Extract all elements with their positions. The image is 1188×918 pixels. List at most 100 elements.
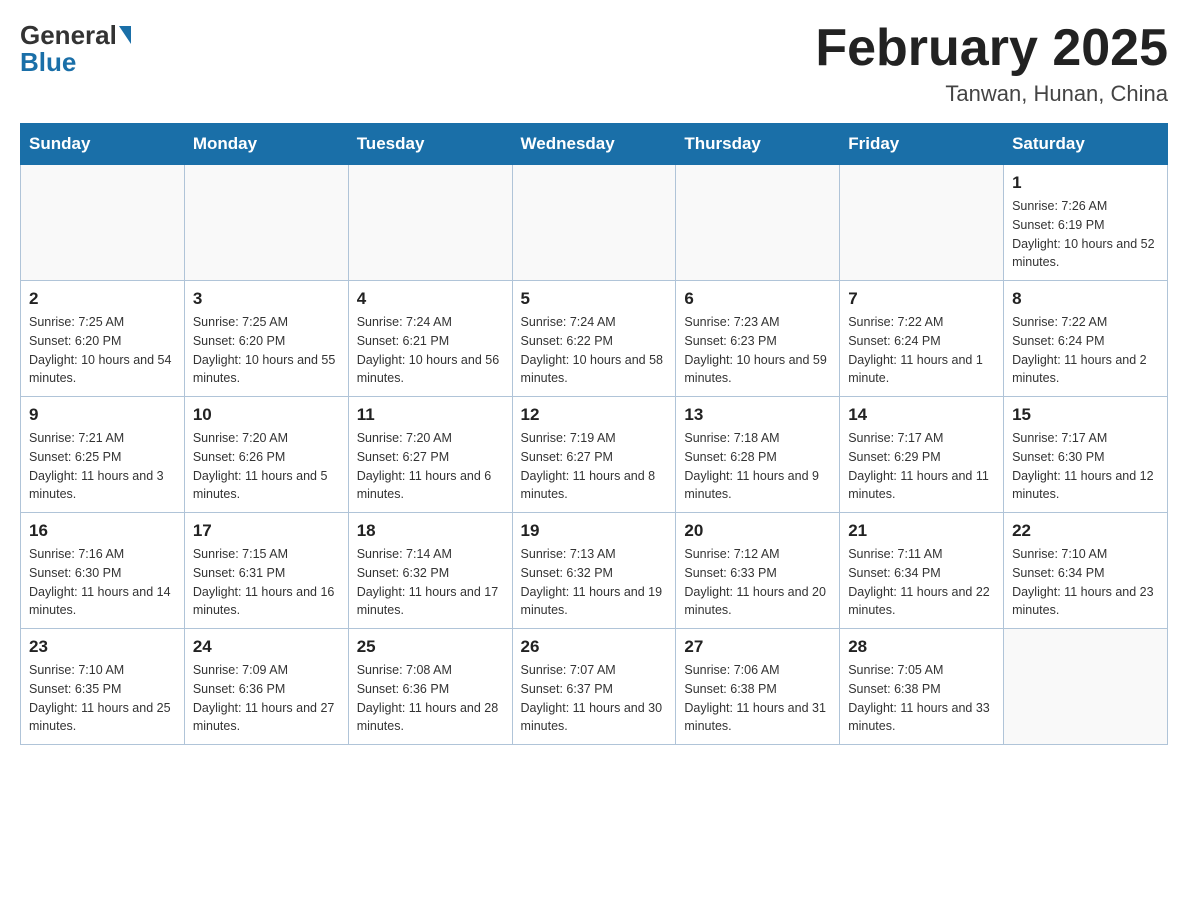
logo-arrow-icon xyxy=(119,26,131,44)
calendar-cell: 17Sunrise: 7:15 AM Sunset: 6:31 PM Dayli… xyxy=(184,513,348,629)
logo-blue: Blue xyxy=(20,47,76,78)
day-number: 10 xyxy=(193,405,340,425)
calendar-cell: 10 Sunrise: 7:20 AM Sunset: 6:26 PM Dayli… xyxy=(184,397,348,513)
day-number: 14 xyxy=(848,405,995,425)
day-info: Sunrise: 7:13 AM Sunset: 6:32 PM Dayligh… xyxy=(521,545,668,620)
day-of-week-header: Tuesday xyxy=(348,124,512,165)
day-number: 5 xyxy=(521,289,668,309)
day-number: 13 xyxy=(684,405,831,425)
day-number: 16 xyxy=(29,521,176,541)
calendar-cell: 28 Sunrise: 7:05 AM Sunset: 6:38 PM Dayli… xyxy=(840,629,1004,745)
day-info: Sunrise: 7:25 AM Sunset: 6:20 PM Dayligh… xyxy=(193,313,340,388)
day-number: 1 xyxy=(1012,173,1159,193)
day-number: 3 xyxy=(193,289,340,309)
day-number: 26 xyxy=(521,637,668,657)
day-number: 22 xyxy=(1012,521,1159,541)
calendar-cell: 2 Sunrise: 7:25 AM Sunset: 6:20 PM Daylig… xyxy=(21,281,185,397)
day-of-week-header: Friday xyxy=(840,124,1004,165)
calendar-table: SundayMondayTuesdayWednesdayThursdayFrid… xyxy=(20,123,1168,745)
calendar-cell: 1 Sunrise: 7:26 AM Sunset: 6:19 PM Daylig… xyxy=(1004,165,1168,281)
title-area: February 2025 Tanwan, Hunan, China xyxy=(815,20,1168,107)
calendar-cell: 11 Sunrise: 7:20 AM Sunset: 6:27 PM Dayli… xyxy=(348,397,512,513)
day-number: 4 xyxy=(357,289,504,309)
calendar-header-row: SundayMondayTuesdayWednesdayThursdayFrid… xyxy=(21,124,1168,165)
location: Tanwan, Hunan, China xyxy=(815,81,1168,107)
day-number: 28 xyxy=(848,637,995,657)
day-info: Sunrise: 7:09 AM Sunset: 6:36 PM Dayligh… xyxy=(193,661,340,736)
calendar-cell: 5 Sunrise: 7:24 AM Sunset: 6:22 PM Daylig… xyxy=(512,281,676,397)
day-info: Sunrise: 7:22 AM Sunset: 6:24 PM Dayligh… xyxy=(848,313,995,388)
day-info: Sunrise: 7:19 AM Sunset: 6:27 PM Dayligh… xyxy=(521,429,668,504)
calendar-cell xyxy=(348,165,512,281)
month-title: February 2025 xyxy=(815,20,1168,77)
day-info: Sunrise: 7:10 AM Sunset: 6:35 PM Dayligh… xyxy=(29,661,176,736)
day-of-week-header: Sunday xyxy=(21,124,185,165)
calendar-cell xyxy=(184,165,348,281)
day-of-week-header: Wednesday xyxy=(512,124,676,165)
calendar-cell: 23 Sunrise: 7:10 AM Sunset: 6:35 PM Dayli… xyxy=(21,629,185,745)
calendar-cell: 7 Sunrise: 7:22 AM Sunset: 6:24 PM Daylig… xyxy=(840,281,1004,397)
day-info: Sunrise: 7:25 AM Sunset: 6:20 PM Dayligh… xyxy=(29,313,176,388)
day-info: Sunrise: 7:18 AM Sunset: 6:28 PM Dayligh… xyxy=(684,429,831,504)
calendar-cell xyxy=(676,165,840,281)
day-of-week-header: Monday xyxy=(184,124,348,165)
calendar-cell: 24 Sunrise: 7:09 AM Sunset: 6:36 PM Dayli… xyxy=(184,629,348,745)
day-number: 2 xyxy=(29,289,176,309)
day-info: Sunrise: 7:05 AM Sunset: 6:38 PM Dayligh… xyxy=(848,661,995,736)
day-number: 6 xyxy=(684,289,831,309)
day-info: Sunrise: 7:21 AM Sunset: 6:25 PM Dayligh… xyxy=(29,429,176,504)
calendar-cell: 16 Sunrise: 7:16 AM Sunset: 6:30 PM Dayli… xyxy=(21,513,185,629)
calendar-cell: 14Sunrise: 7:17 AM Sunset: 6:29 PM Dayli… xyxy=(840,397,1004,513)
day-info: Sunrise: 7:06 AM Sunset: 6:38 PM Dayligh… xyxy=(684,661,831,736)
day-number: 8 xyxy=(1012,289,1159,309)
day-number: 21 xyxy=(848,521,995,541)
day-number: 15 xyxy=(1012,405,1159,425)
day-number: 12 xyxy=(521,405,668,425)
calendar-cell: 15 Sunrise: 7:17 AM Sunset: 6:30 PM Dayli… xyxy=(1004,397,1168,513)
calendar-cell: 9Sunrise: 7:21 AM Sunset: 6:25 PM Daylig… xyxy=(21,397,185,513)
calendar-cell: 21 Sunrise: 7:11 AM Sunset: 6:34 PM Dayli… xyxy=(840,513,1004,629)
day-info: Sunrise: 7:26 AM Sunset: 6:19 PM Dayligh… xyxy=(1012,197,1159,272)
calendar-cell: 26 Sunrise: 7:07 AM Sunset: 6:37 PM Dayli… xyxy=(512,629,676,745)
day-number: 25 xyxy=(357,637,504,657)
day-info: Sunrise: 7:24 AM Sunset: 6:22 PM Dayligh… xyxy=(521,313,668,388)
calendar-cell xyxy=(1004,629,1168,745)
calendar-cell: 19Sunrise: 7:13 AM Sunset: 6:32 PM Dayli… xyxy=(512,513,676,629)
day-info: Sunrise: 7:16 AM Sunset: 6:30 PM Dayligh… xyxy=(29,545,176,620)
calendar-cell: 22Sunrise: 7:10 AM Sunset: 6:34 PM Dayli… xyxy=(1004,513,1168,629)
calendar-cell: 4 Sunrise: 7:24 AM Sunset: 6:21 PM Daylig… xyxy=(348,281,512,397)
calendar-week-row: 2 Sunrise: 7:25 AM Sunset: 6:20 PM Daylig… xyxy=(21,281,1168,397)
calendar-cell: 3 Sunrise: 7:25 AM Sunset: 6:20 PM Daylig… xyxy=(184,281,348,397)
day-info: Sunrise: 7:07 AM Sunset: 6:37 PM Dayligh… xyxy=(521,661,668,736)
calendar-week-row: 9Sunrise: 7:21 AM Sunset: 6:25 PM Daylig… xyxy=(21,397,1168,513)
calendar-cell: 6 Sunrise: 7:23 AM Sunset: 6:23 PM Daylig… xyxy=(676,281,840,397)
day-info: Sunrise: 7:20 AM Sunset: 6:26 PM Dayligh… xyxy=(193,429,340,504)
day-info: Sunrise: 7:20 AM Sunset: 6:27 PM Dayligh… xyxy=(357,429,504,504)
day-info: Sunrise: 7:24 AM Sunset: 6:21 PM Dayligh… xyxy=(357,313,504,388)
calendar-cell: 8Sunrise: 7:22 AM Sunset: 6:24 PM Daylig… xyxy=(1004,281,1168,397)
day-number: 7 xyxy=(848,289,995,309)
day-number: 17 xyxy=(193,521,340,541)
day-info: Sunrise: 7:17 AM Sunset: 6:30 PM Dayligh… xyxy=(1012,429,1159,504)
day-info: Sunrise: 7:12 AM Sunset: 6:33 PM Dayligh… xyxy=(684,545,831,620)
calendar-cell: 20 Sunrise: 7:12 AM Sunset: 6:33 PM Dayli… xyxy=(676,513,840,629)
day-info: Sunrise: 7:11 AM Sunset: 6:34 PM Dayligh… xyxy=(848,545,995,620)
day-number: 24 xyxy=(193,637,340,657)
calendar-cell: 25 Sunrise: 7:08 AM Sunset: 6:36 PM Dayli… xyxy=(348,629,512,745)
day-of-week-header: Saturday xyxy=(1004,124,1168,165)
calendar-cell: 12 Sunrise: 7:19 AM Sunset: 6:27 PM Dayli… xyxy=(512,397,676,513)
calendar-cell: 13 Sunrise: 7:18 AM Sunset: 6:28 PM Dayli… xyxy=(676,397,840,513)
calendar-cell xyxy=(21,165,185,281)
day-of-week-header: Thursday xyxy=(676,124,840,165)
day-info: Sunrise: 7:08 AM Sunset: 6:36 PM Dayligh… xyxy=(357,661,504,736)
day-number: 18 xyxy=(357,521,504,541)
day-number: 11 xyxy=(357,405,504,425)
day-number: 23 xyxy=(29,637,176,657)
day-number: 27 xyxy=(684,637,831,657)
page-header: General Blue February 2025 Tanwan, Hunan… xyxy=(20,20,1168,107)
day-info: Sunrise: 7:14 AM Sunset: 6:32 PM Dayligh… xyxy=(357,545,504,620)
calendar-week-row: 16 Sunrise: 7:16 AM Sunset: 6:30 PM Dayli… xyxy=(21,513,1168,629)
day-info: Sunrise: 7:23 AM Sunset: 6:23 PM Dayligh… xyxy=(684,313,831,388)
day-number: 20 xyxy=(684,521,831,541)
calendar-week-row: 23 Sunrise: 7:10 AM Sunset: 6:35 PM Dayli… xyxy=(21,629,1168,745)
